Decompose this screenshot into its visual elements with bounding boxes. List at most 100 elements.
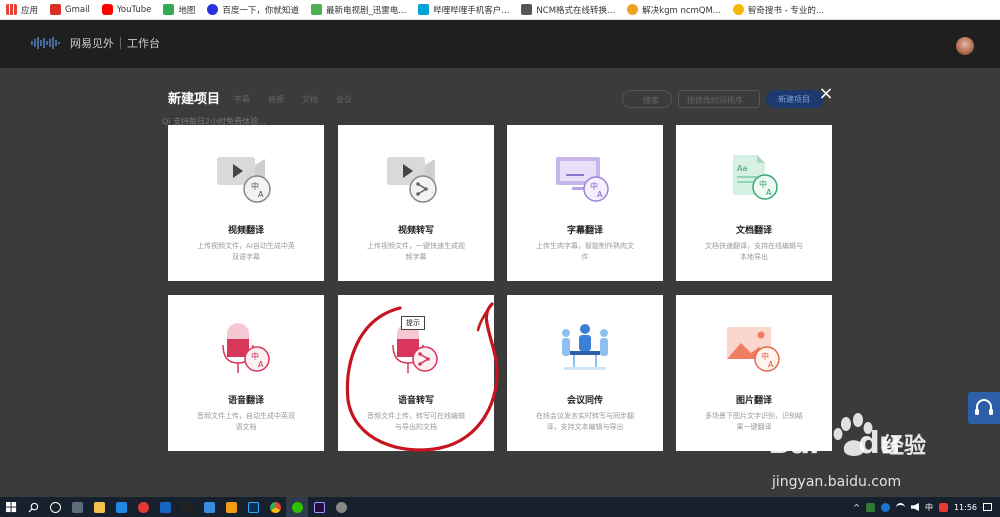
document-translate-icon: Aa 中 A [733,155,778,200]
svg-text:A: A [258,360,264,369]
taskbar-app-chrome[interactable] [264,497,286,517]
background-tabs: 字幕 音频 文档 会议 [234,94,352,105]
taskbar-app-taskview[interactable] [66,497,88,517]
bilibili-icon [418,4,430,15]
card-voice-translate[interactable]: 中 A 语音翻译 音频文件上传，自动生成中英双语文档 [168,295,324,451]
bluetooth-icon[interactable] [880,502,890,512]
youtube-icon [101,4,113,15]
bookmark-xunlei[interactable]: 最新电视剧_迅雷电... [310,4,406,16]
watermark-jingyan: 经验 [882,434,927,459]
bookmark-bilibili[interactable]: 哔哩哔哩手机客户... [418,4,509,16]
start-button[interactable] [0,497,22,517]
search-icon [27,502,38,513]
card-meeting-interpret[interactable]: 会议同传 在线会议发言实时转写与同步翻译，支持文本编辑与导出 [507,295,663,451]
background-sort-select: 按修改时间排序 [678,90,760,108]
voice-translate-icon: 中 A [222,323,270,373]
card-document-translate[interactable]: Aa 中 A 文档翻译 文档快速翻译，支持在线编辑与本地导出 [676,125,832,281]
store-icon [115,501,127,513]
tab-meetings: 会议 [336,95,352,104]
apps-grid-icon [6,4,17,15]
volume-icon[interactable] [910,503,919,511]
video-transcribe-icon [387,157,437,203]
tooltip: 提示 [401,316,425,330]
tab-subtitles: 字幕 [234,95,250,104]
g-app-icon [225,501,237,513]
card-description: 在线会议发言实时转写与同步翻译，支持文本编辑与导出 [536,412,634,431]
clock[interactable]: 11:56 [954,503,977,512]
taskbar-app-store[interactable] [110,497,132,517]
card-video-transcribe[interactable]: 视频转写 上传视频文件，一键快速生成视频字幕 [338,125,494,281]
card-video-translate[interactable]: 中 A 视频翻译 上传视频文件，AI自动生成中英双语字幕 [168,125,324,281]
taskbar-search[interactable] [22,497,44,517]
user-avatar[interactable] [956,37,974,55]
xunlei-icon [310,4,322,15]
wifi-icon[interactable] [895,502,905,512]
chevron-up-icon[interactable]: ^ [853,503,860,512]
workspace-label[interactable]: 工作台 [127,35,160,51]
ime-indicator[interactable]: 中 [925,502,933,513]
folder-icon [93,501,105,513]
taskbar-app-netease[interactable] [132,497,154,517]
card-description: 音频文件上传，自动生成中英双语文档 [197,412,295,431]
card-description: 上传视频文件，AI自动生成中英双语字幕 [197,242,295,261]
chrome-icon [269,501,281,513]
taskbar-app-edge[interactable] [198,497,220,517]
fox-icon [627,4,639,15]
taskbar-app-premiere[interactable] [308,497,330,517]
svg-text:Aa: Aa [737,164,747,173]
taskbar-app-settings[interactable] [330,497,352,517]
tab-audio: 音频 [268,95,284,104]
background-toolbar: 字幕 音频 文档 会议 搜索 按修改时间排序 新建项目 [160,88,840,112]
card-subtitle-translate[interactable]: 中 A 字幕翻译 上传生肉字幕，智能制作熟肉文件 [507,125,663,281]
meeting-interpret-icon [562,324,608,370]
card-title: 语音转写 [397,396,434,406]
svg-text:A: A [597,190,603,199]
svg-text:A: A [258,190,264,199]
taskbar-app-security[interactable] [154,497,176,517]
notification-icon[interactable] [983,503,992,511]
app-logo[interactable]: 网易见外 工作台 [30,35,160,51]
bookmark-apps[interactable]: 应用 [6,4,38,16]
card-description: 上传生肉字幕，智能制作熟肉文件 [536,242,634,261]
taskbar-app-wechat[interactable] [286,497,308,517]
bookmark-baidu[interactable]: 百度一下，你就知道 [207,4,299,16]
taskbar-app-explorer[interactable] [88,497,110,517]
task-view-icon [71,501,83,513]
taskbar-app-g[interactable] [220,497,242,517]
card-title: 字幕翻译 [566,226,603,236]
background-search: 搜索 [622,90,672,108]
card-description: 音频文件上传，转写可在线编辑与导出的文档 [367,412,465,431]
customer-service-button[interactable] [968,392,1000,424]
card-title: 视频转写 [397,226,434,236]
subtitle-translate-icon: 中 A [556,157,609,202]
windows-logo-icon [5,501,16,512]
taskbar-app-photoshop[interactable] [242,497,264,517]
video-translate-icon: 中 A [217,157,271,203]
watermark-url: jingyan.baidu.com [772,474,902,490]
bookmark-kgm[interactable]: 解决kgm ncmQM... [627,4,721,16]
cortana-button[interactable] [44,497,66,517]
gear-icon [335,501,347,513]
bookmark-zhiqi[interactable]: 智奇搜书 - 专业的... [732,4,824,16]
music-note-icon [521,4,533,15]
windows-taskbar: ^ 中 11:56 [0,497,1000,517]
image-translate-icon: 中 A [727,327,780,372]
bookmark-ncm[interactable]: NCM格式在线转换... [521,4,615,16]
taskbar-app-ok[interactable] [176,497,198,517]
sound-wave-logo-icon [31,37,60,49]
bookmarks-bar: 应用 Gmail YouTube 地图 百度一下，你就知道 最新电视剧_迅雷电.… [0,0,1000,20]
tray-shield-icon[interactable] [865,502,875,512]
header-divider [120,37,121,49]
gmail-icon [50,4,62,15]
card-description: 上传视频文件，一键快速生成视频字幕 [367,242,465,261]
bookmark-youtube[interactable]: YouTube [101,4,151,15]
bookmark-gmail[interactable]: Gmail [50,4,90,15]
netease-music-icon [137,501,149,513]
premiere-icon [313,501,325,513]
bookmark-maps[interactable]: 地图 [163,4,195,16]
sogou-ime-icon[interactable] [938,502,948,512]
app-header: 网易见外 工作台 [0,20,1000,68]
card-title: 会议同传 [566,396,603,406]
card-title: 视频翻译 [227,226,264,236]
close-modal-button[interactable]: × [816,84,836,104]
